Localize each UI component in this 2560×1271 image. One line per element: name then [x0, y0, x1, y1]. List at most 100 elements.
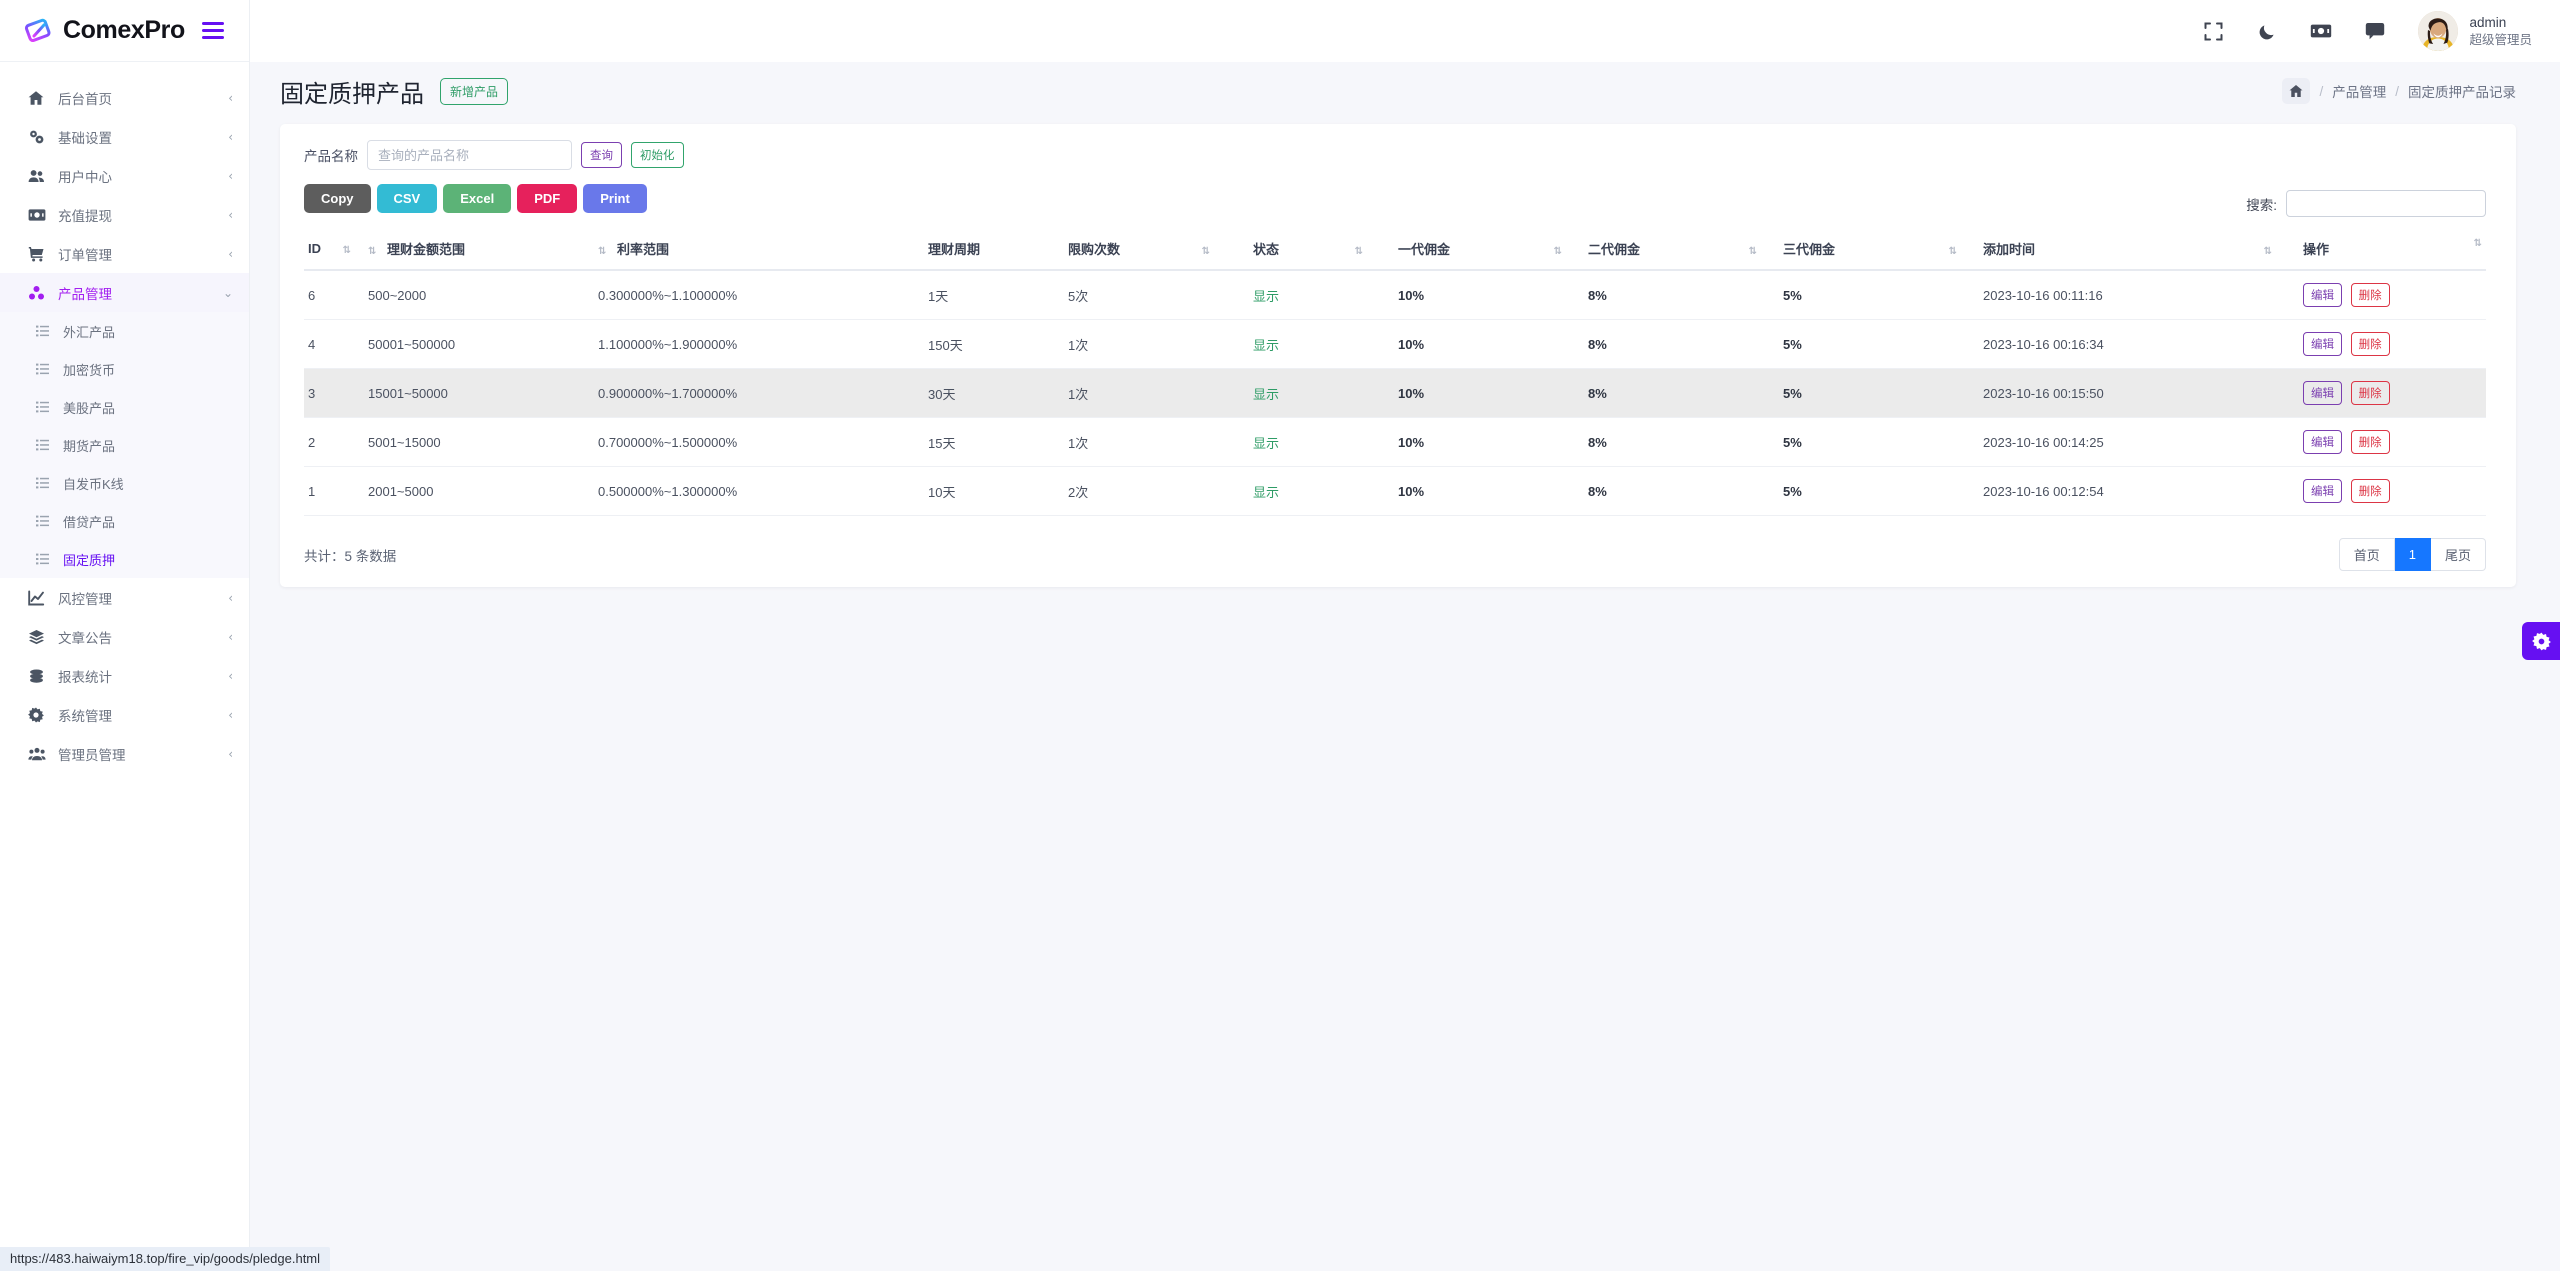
- product-name-search-input[interactable]: [367, 140, 572, 170]
- sidebar-item-us-stock-product[interactable]: 美股产品: [0, 388, 249, 426]
- sidebar-item-loan-product[interactable]: 借贷产品: [0, 502, 249, 540]
- sidebar-item-futures-product[interactable]: 期货产品: [0, 426, 249, 464]
- table-toolbar: Copy CSV Excel PDF Print 搜索:: [280, 184, 2516, 217]
- sidebar-item-admin-management[interactable]: 管理员管理 ‹: [0, 734, 249, 773]
- user-profile-button[interactable]: admin 超级管理员: [2418, 11, 2532, 51]
- reset-button[interactable]: 初始化: [631, 142, 684, 168]
- cell-rate-range: 1.100000%~1.900000%: [594, 319, 924, 369]
- excel-button[interactable]: Excel: [443, 184, 512, 213]
- cell-commission-2: 8%: [1584, 368, 1779, 418]
- total-count-text: 共计：5 条数据: [304, 548, 397, 564]
- delete-button[interactable]: 删除: [2350, 479, 2390, 503]
- pagination-last[interactable]: 尾页: [2430, 538, 2486, 571]
- th-commission-3[interactable]: 三代佣金 ⇅: [1779, 229, 1979, 271]
- cell-commission-3: 5%: [1779, 319, 1979, 369]
- table-body: 6 500~2000 0.300000%~1.100000% 1天 5次 显示 …: [304, 270, 2486, 516]
- sidebar-item-report-statistics[interactable]: 报表统计 ‹: [0, 656, 249, 695]
- hamburger-icon[interactable]: [199, 19, 227, 42]
- chevron-left-icon: ‹: [228, 707, 233, 722]
- breadcrumb-home-icon[interactable]: [2282, 78, 2311, 104]
- th-purchase-limit[interactable]: 限购次数 ⇅: [1064, 229, 1249, 271]
- table-row[interactable]: 3 15001~50000 0.900000%~1.700000% 30天 1次…: [304, 368, 2486, 418]
- sidebar-item-article-announcement[interactable]: 文章公告 ‹: [0, 617, 249, 656]
- table-row[interactable]: 4 50001~500000 1.100000%~1.900000% 150天 …: [304, 319, 2486, 369]
- brand-logo-link[interactable]: ComexPro: [24, 16, 185, 46]
- th-period[interactable]: 理财周期: [924, 229, 1064, 271]
- list-icon: [36, 363, 56, 375]
- sidebar-item-fixed-pledge[interactable]: 固定质押: [0, 540, 249, 578]
- cell-commission-2: 8%: [1584, 319, 1779, 369]
- edit-button[interactable]: 编辑: [2303, 479, 2342, 503]
- cell-rate-range: 0.300000%~1.100000%: [594, 270, 924, 320]
- edit-button[interactable]: 编辑: [2303, 381, 2342, 405]
- sidebar-item-user-center[interactable]: 用户中心 ‹: [0, 156, 249, 195]
- sidebar-item-basic-settings[interactable]: 基础设置 ‹: [0, 117, 249, 156]
- cell-status[interactable]: 显示: [1249, 417, 1394, 467]
- sidebar-item-order-management[interactable]: 订单管理 ‹: [0, 234, 249, 273]
- user-avatar: [2418, 11, 2459, 51]
- edit-button[interactable]: 编辑: [2303, 283, 2342, 307]
- th-status[interactable]: 状态 ⇅: [1249, 229, 1394, 271]
- cell-id: 6: [304, 270, 364, 320]
- delete-button[interactable]: 删除: [2350, 381, 2390, 405]
- delete-button[interactable]: 删除: [2350, 430, 2390, 454]
- sidebar-label: 外汇产品: [63, 324, 116, 340]
- cell-purchase-limit: 5次: [1064, 270, 1249, 320]
- cell-id: 3: [304, 368, 364, 418]
- query-button[interactable]: 查询: [581, 142, 622, 168]
- sidebar-item-system-management[interactable]: 系统管理 ‹: [0, 695, 249, 734]
- cell-status[interactable]: 显示: [1249, 368, 1394, 418]
- sidebar-item-recharge-withdraw[interactable]: 充值提现 ‹: [0, 195, 249, 234]
- pdf-button[interactable]: PDF: [517, 184, 578, 213]
- settings-fab-button[interactable]: [2522, 622, 2560, 660]
- fullscreen-icon[interactable]: [2186, 0, 2240, 62]
- csv-button[interactable]: CSV: [376, 184, 438, 213]
- moon-icon[interactable]: [2240, 0, 2294, 62]
- table-search-input[interactable]: [2286, 190, 2486, 217]
- th-actions[interactable]: 操作 ⇅: [2299, 229, 2486, 271]
- money-icon: [28, 208, 51, 222]
- add-product-button[interactable]: 新增产品: [440, 77, 509, 105]
- user-role: 超级管理员: [2469, 32, 2532, 47]
- table-row[interactable]: 1 2001~5000 0.500000%~1.300000% 10天 2次 显…: [304, 466, 2486, 516]
- th-created-at[interactable]: 添加时间 ⇅: [1979, 229, 2299, 271]
- th-commission-2[interactable]: 二代佣金 ⇅: [1584, 229, 1779, 271]
- table-search: 搜索:: [2246, 184, 2486, 217]
- sidebar-label: 用户中心: [58, 169, 112, 185]
- table-wrapper: ID ⇅ ⇅ 理财金额范围 ⇅ 利率范围 理财周期 限购次数 ⇅ 状态 ⇅ 一代…: [280, 217, 2516, 516]
- th-rate-range[interactable]: ⇅ 利率范围: [594, 229, 924, 271]
- cell-id: 2: [304, 417, 364, 467]
- th-label: 限购次数: [1068, 242, 1121, 257]
- delete-button[interactable]: 删除: [2350, 332, 2390, 356]
- print-button[interactable]: Print: [583, 184, 647, 213]
- th-commission-1[interactable]: 一代佣金 ⇅: [1394, 229, 1584, 271]
- sidebar-item-forex-product[interactable]: 外汇产品: [0, 312, 249, 350]
- sidebar-item-risk-management[interactable]: 风控管理 ‹: [0, 578, 249, 617]
- sidebar-label: 美股产品: [63, 400, 116, 416]
- th-id[interactable]: ID ⇅: [304, 229, 364, 271]
- sidebar-item-self-issued-kline[interactable]: 自发币K线: [0, 464, 249, 502]
- sort-icon: ⇅: [2473, 238, 2482, 249]
- edit-button[interactable]: 编辑: [2303, 430, 2342, 454]
- cell-status[interactable]: 显示: [1249, 319, 1394, 369]
- sidebar-item-dashboard[interactable]: 后台首页 ‹: [0, 78, 249, 117]
- sidebar-item-crypto-currency[interactable]: 加密货币: [0, 350, 249, 388]
- table-row[interactable]: 2 5001~15000 0.700000%~1.500000% 15天 1次 …: [304, 417, 2486, 467]
- edit-button[interactable]: 编辑: [2303, 332, 2342, 356]
- chat-icon[interactable]: [2348, 0, 2402, 62]
- cell-status[interactable]: 显示: [1249, 466, 1394, 516]
- cell-status[interactable]: 显示: [1249, 270, 1394, 320]
- money-icon[interactable]: [2294, 0, 2348, 62]
- pagination-first[interactable]: 首页: [2338, 538, 2395, 571]
- sidebar-label: 固定质押: [63, 552, 116, 568]
- copy-button[interactable]: Copy: [304, 184, 371, 213]
- sidebar-label: 充值提现: [58, 208, 112, 224]
- th-label: 二代佣金: [1588, 242, 1641, 257]
- delete-button[interactable]: 删除: [2350, 283, 2390, 307]
- sidebar-item-product-management[interactable]: 产品管理 ⌄: [0, 273, 249, 312]
- topbar: admin 超级管理员: [250, 0, 2560, 62]
- pagination-page-1[interactable]: 1: [2394, 538, 2431, 571]
- table-row[interactable]: 6 500~2000 0.300000%~1.100000% 1天 5次 显示 …: [304, 270, 2486, 320]
- breadcrumb-item-product-management[interactable]: 产品管理: [2332, 81, 2386, 101]
- th-amount-range[interactable]: ⇅ 理财金额范围: [364, 229, 594, 271]
